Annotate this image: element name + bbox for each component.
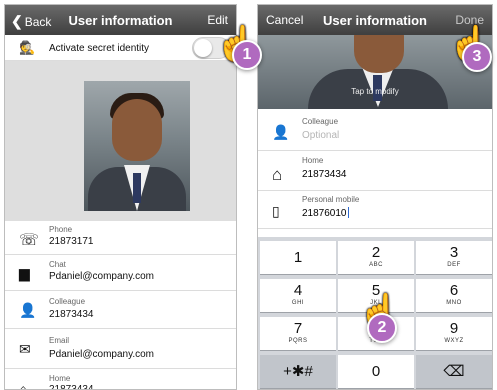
contact-label: Chat (49, 260, 66, 269)
home-input[interactable]: 21873434 (302, 169, 347, 180)
text-cursor (347, 207, 349, 218)
contact-row-chat[interactable]: ▆ Chat Pdaniel@company.com (5, 255, 236, 291)
field-label: Colleague (302, 117, 339, 126)
contact-value: 21873434 (49, 384, 94, 390)
key-number: +✱# (283, 363, 313, 380)
cancel-button[interactable]: Cancel (266, 13, 303, 27)
key-letters: WXYZ (444, 338, 464, 344)
user-info-view-screen: User information ❮ Back Edit 🕵 Activate s… (4, 4, 237, 390)
toggle-knob (194, 39, 212, 57)
key-6[interactable]: 6 MNO (416, 279, 492, 313)
key-number: 9 (449, 320, 459, 337)
contact-row-home[interactable]: ⌂ Home 21873434 (5, 369, 236, 390)
contact-label: Phone (49, 225, 73, 234)
key-letters: GHI (291, 300, 305, 306)
back-button[interactable]: ❮ Back (11, 13, 51, 30)
key-9[interactable]: 9 WXYZ (416, 317, 492, 351)
tap-to-modify-hint: Tap to modify (351, 87, 399, 96)
key-letters: ABC (369, 262, 383, 268)
key-number: 2 (371, 244, 381, 261)
secret-identity-row: 🕵 Activate secret identity (5, 35, 236, 61)
field-label: Personal mobile (302, 195, 360, 204)
step-callout-2: 2 (367, 313, 397, 343)
contact-row-phone[interactable]: ☏ Phone 21873171 (5, 221, 236, 255)
back-label: Back (24, 15, 52, 29)
contact-value: Pdaniel@company.com (49, 271, 155, 282)
personal-mobile-input[interactable]: 21876010 (302, 207, 349, 219)
contact-value: 21873434 (49, 309, 94, 320)
profile-photo-area (5, 61, 236, 221)
key-number: 6 (449, 282, 459, 299)
home-icon: ⌂ (19, 381, 28, 390)
mail-icon: ✉ (19, 341, 31, 357)
field-label: Home (302, 156, 324, 165)
key-number: 1 (293, 249, 303, 266)
key-11[interactable]: 0 (338, 355, 414, 389)
person-icon: 👤 (19, 302, 37, 318)
key-number: 7 (293, 320, 303, 337)
home-icon: ⌂ (272, 165, 283, 184)
step-callout-3: 3 (462, 42, 492, 72)
key-letters: MNO (446, 300, 462, 306)
navigation-bar: User information ❮ Back Edit (5, 5, 236, 35)
key-4[interactable]: 4 GHI (260, 279, 336, 313)
key-10[interactable]: +✱# (260, 355, 336, 389)
contact-label: Home (49, 374, 71, 383)
key-12[interactable]: ⌫ (416, 355, 492, 389)
key-number: ⌫ (443, 363, 465, 380)
key-3[interactable]: 3 DEF (416, 241, 492, 275)
colleague-input[interactable]: Optional (302, 130, 339, 141)
key-2[interactable]: 2 ABC (338, 241, 414, 275)
person-icon: 👤 (272, 124, 290, 140)
contact-row-colleague[interactable]: 👤 Colleague 21873434 (5, 291, 236, 329)
contact-value: Pdaniel@company.com (49, 349, 155, 360)
field-row-home[interactable]: ⌂ Home 21873434 (258, 151, 492, 191)
spy-icon: 🕵 (19, 40, 36, 55)
secret-identity-label: Activate secret identity (49, 43, 150, 54)
key-number: 3 (449, 244, 459, 261)
chevron-left-icon: ❮ (11, 13, 23, 29)
chat-icon: ▆ (19, 265, 30, 281)
contact-label: Email (49, 336, 70, 345)
contact-value: 21873171 (49, 236, 94, 247)
field-row-personal-mobile[interactable]: ▯ Personal mobile 21876010 (258, 191, 492, 229)
field-row-colleague[interactable]: 👤 Colleague Optional (258, 109, 492, 151)
key-letters: PQRS (288, 338, 308, 344)
key-1[interactable]: 1 (260, 241, 336, 275)
key-number: 0 (371, 363, 381, 380)
mobile-icon: ▯ (272, 203, 280, 219)
contact-row-email[interactable]: ✉ Email Pdaniel@company.com (5, 329, 236, 369)
step-callout-1: 1 (232, 40, 262, 70)
contact-label: Colleague (49, 297, 86, 306)
phone-icon: ☏ (19, 232, 40, 249)
key-7[interactable]: 7 PQRS (260, 317, 336, 351)
profile-photo (84, 81, 190, 211)
key-number: 4 (293, 282, 303, 299)
key-letters: DEF (447, 262, 461, 268)
personal-mobile-value: 21876010 (302, 208, 347, 219)
